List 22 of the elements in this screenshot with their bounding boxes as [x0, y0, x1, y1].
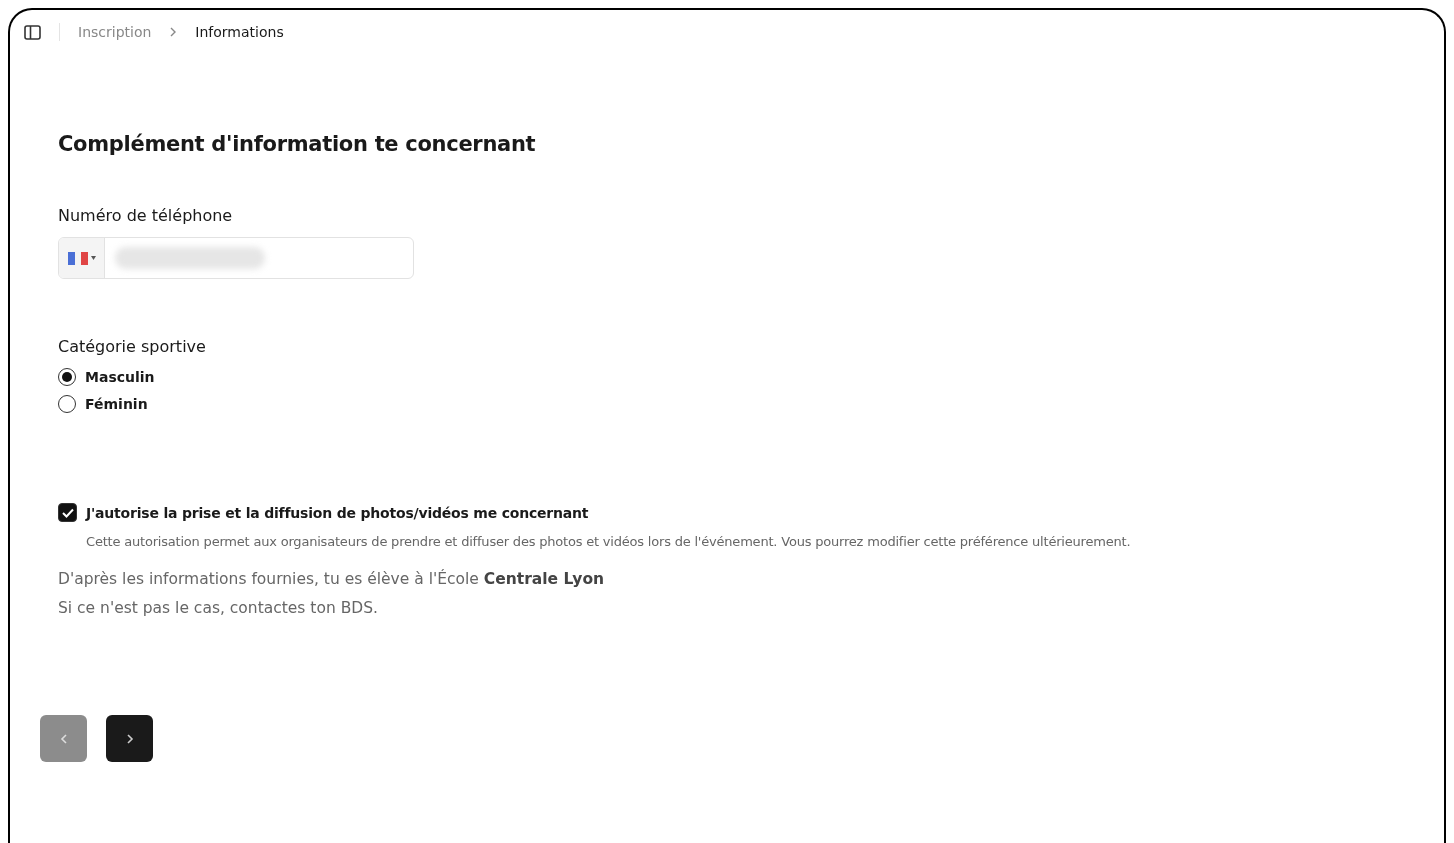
checkbox-description: Cette autorisation permet aux organisateurs de prendre et diffuser des photos et vidéos lors de l'événement. Vous pourrez modifier cette préférence ultérieurement.	[86, 534, 1132, 549]
checkbox[interactable]	[58, 503, 77, 522]
info-text: D'après les informations fournies, tu es élève à l'École Centrale Lyon	[58, 568, 606, 590]
sidebar-toggle-icon[interactable]	[24, 24, 41, 40]
radio-label: Féminin	[85, 396, 148, 412]
phone-field[interactable]	[58, 237, 414, 279]
breadcrumb-current: Informations	[195, 24, 284, 40]
phone-label: Numéro de téléphone	[58, 206, 234, 225]
checkbox-label: J'autorise la prise et la diffusion de photos/vidéos me concernant	[86, 504, 589, 521]
caret-icon	[90, 256, 96, 260]
flag-icon	[67, 251, 88, 265]
checkmark-icon	[61, 507, 74, 518]
chevron-left-icon	[59, 733, 68, 744]
page-title: Complément d'information te concernant	[58, 132, 537, 156]
category-label: Catégorie sportive	[58, 337, 207, 356]
info-text: Si ce n'est pas le cas, contactes ton BDS.	[58, 598, 379, 619]
chevron-right-icon	[125, 733, 134, 744]
chevron-right-icon	[169, 27, 178, 37]
radio-label: Masculin	[85, 369, 155, 385]
next-button[interactable]	[106, 715, 153, 762]
breadcrumb-link[interactable]: Inscription	[78, 24, 152, 40]
country-selector[interactable]	[59, 238, 105, 278]
